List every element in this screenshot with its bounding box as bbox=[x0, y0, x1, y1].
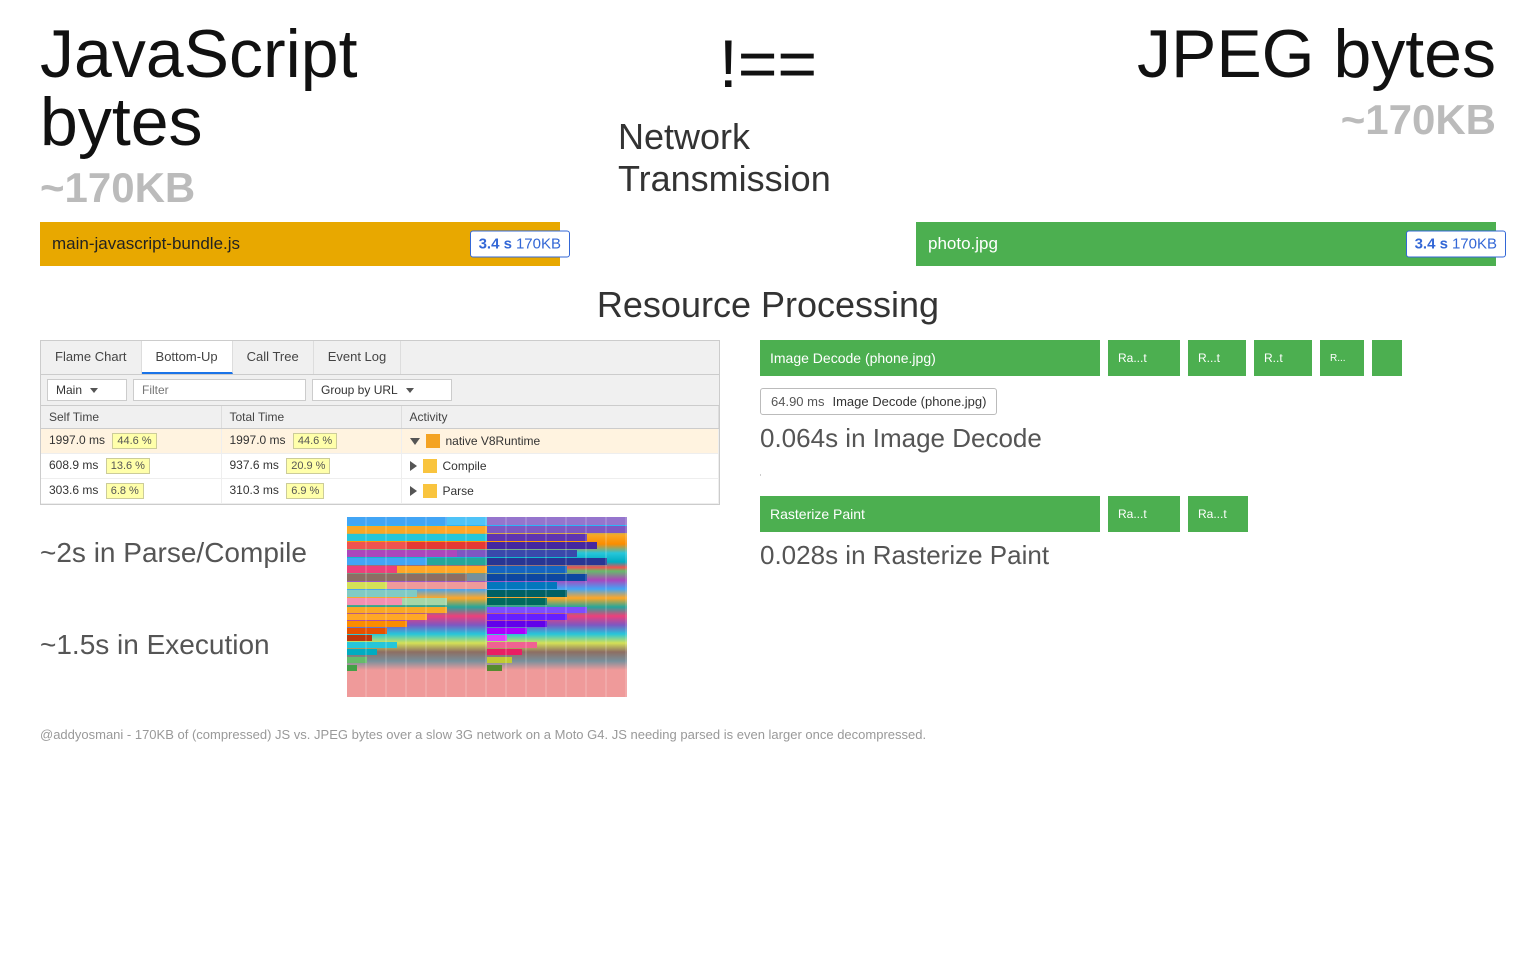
rasterize-bar-main: Rasterize Paint bbox=[760, 496, 1100, 532]
table-row: 1997.0 ms 44.6 % 1997.0 ms 44.6 % bbox=[41, 429, 719, 454]
rasterize-bar-xs1: Ra...t bbox=[1188, 496, 1248, 532]
activity-label: native V8Runtime bbox=[446, 434, 541, 448]
main-dropdown-chevron bbox=[90, 388, 98, 393]
devtools-table: Self Time Total Time Activity 1997.0 ms … bbox=[41, 406, 719, 504]
expand-icon[interactable] bbox=[410, 486, 417, 496]
devtools-toolbar: Main Group by URL bbox=[41, 375, 719, 406]
total-time-cell: 937.6 ms 20.9 % bbox=[221, 454, 401, 479]
main-thread-dropdown[interactable]: Main bbox=[47, 379, 127, 401]
activity-cell: Compile bbox=[401, 454, 719, 479]
self-time-cell: 608.9 ms 13.6 % bbox=[41, 454, 221, 479]
flame-chart-section: ~2s in Parse/Compile ~1.5s in Execution bbox=[40, 517, 720, 697]
js-bytes-title: JavaScript bytes bbox=[40, 20, 460, 156]
group-by-label: Group by URL bbox=[321, 383, 398, 397]
footer-note: @addyosmani - 170KB of (compressed) JS v… bbox=[40, 727, 1496, 742]
tab-event-log[interactable]: Event Log bbox=[314, 341, 402, 374]
execution-stat: ~1.5s in Execution bbox=[40, 629, 307, 661]
js-network-bar: main-javascript-bundle.js 3.4 s 170KB bbox=[40, 222, 560, 266]
decode-bar-ra1: Ra...t bbox=[1108, 340, 1180, 376]
jpeg-tooltip-time: 3.4 s bbox=[1415, 236, 1448, 253]
decode-bar-r5 bbox=[1372, 340, 1402, 376]
rasterize-bar-row: Rasterize Paint Ra...t Ra...t bbox=[760, 496, 1496, 532]
rasterize-stat: 0.028s in Rasterize Paint bbox=[760, 540, 1496, 571]
jpeg-network-bar-container: photo.jpg 3.4 s 170KB bbox=[908, 222, 1496, 266]
parse-compile-stat: ~2s in Parse/Compile bbox=[40, 537, 307, 569]
group-by-dropdown[interactable]: Group by URL bbox=[312, 379, 452, 401]
self-time-cell: 303.6 ms 6.8 % bbox=[41, 479, 221, 504]
group-dropdown-chevron bbox=[406, 388, 414, 393]
not-equal-sign: !== bbox=[719, 30, 817, 98]
jpeg-network-bar: photo.jpg 3.4 s 170KB bbox=[916, 222, 1496, 266]
right-panel: Image Decode (phone.jpg) Ra...t R...t R.… bbox=[760, 340, 1496, 571]
jpeg-bytes-title: JPEG bytes bbox=[1137, 20, 1496, 88]
activity-cell: Parse bbox=[401, 479, 719, 504]
flame-labels: ~2s in Parse/Compile ~1.5s in Execution bbox=[40, 517, 307, 661]
js-size-label: ~170KB bbox=[40, 164, 195, 212]
activity-icon bbox=[423, 484, 437, 498]
expand-icon[interactable] bbox=[410, 438, 420, 445]
expand-icon[interactable] bbox=[410, 461, 417, 471]
js-network-bar-container: main-javascript-bundle.js 3.4 s 170KB bbox=[40, 222, 628, 266]
jpeg-bar-tooltip: 3.4 s 170KB bbox=[1406, 231, 1506, 258]
activity-icon bbox=[426, 434, 440, 448]
js-tooltip-size: 170KB bbox=[516, 236, 561, 253]
decode-bar-main: Image Decode (phone.jpg) bbox=[760, 340, 1100, 376]
table-row: 608.9 ms 13.6 % 937.6 ms 20.9 % bbox=[41, 454, 719, 479]
table-row: 303.6 ms 6.8 % 310.3 ms 6.9 % bbox=[41, 479, 719, 504]
decode-bar-r2: R...t bbox=[1188, 340, 1246, 376]
decode-bar-r3: R..t bbox=[1254, 340, 1312, 376]
filter-input[interactable] bbox=[133, 379, 306, 401]
decode-tooltip: 64.90 ms Image Decode (phone.jpg) bbox=[760, 388, 997, 415]
col-total-time: Total Time bbox=[221, 406, 401, 429]
rasterize-bar-sm1: Ra...t bbox=[1108, 496, 1180, 532]
rasterize-section: Rasterize Paint Ra...t Ra...t 0.028s in … bbox=[760, 496, 1496, 571]
js-tooltip-time: 3.4 s bbox=[479, 236, 512, 253]
jpeg-file-name: photo.jpg bbox=[928, 234, 998, 254]
network-transmission-label: Network Transmission bbox=[618, 116, 918, 200]
total-time-cell: 1997.0 ms 44.6 % bbox=[221, 429, 401, 454]
decode-tooltip-label: Image Decode (phone.jpg) bbox=[832, 394, 986, 409]
devtools-tabs: Flame Chart Bottom-Up Call Tree Event Lo… bbox=[41, 341, 719, 375]
tab-call-tree[interactable]: Call Tree bbox=[233, 341, 314, 374]
col-activity: Activity bbox=[401, 406, 719, 429]
decode-bar-row: Image Decode (phone.jpg) Ra...t R...t R.… bbox=[760, 340, 1496, 376]
js-bar-tooltip: 3.4 s 170KB bbox=[470, 231, 570, 258]
activity-icon bbox=[423, 459, 437, 473]
decode-bar-r4: R... bbox=[1320, 340, 1364, 376]
resource-processing-title: Resource Processing bbox=[40, 284, 1496, 326]
self-time-cell: 1997.0 ms 44.6 % bbox=[41, 429, 221, 454]
col-self-time: Self Time bbox=[41, 406, 221, 429]
js-file-name: main-javascript-bundle.js bbox=[52, 234, 240, 254]
tab-bottom-up[interactable]: Bottom-Up bbox=[142, 341, 233, 374]
jpeg-tooltip-size: 170KB bbox=[1452, 236, 1497, 253]
activity-label: Compile bbox=[443, 459, 487, 473]
total-time-cell: 310.3 ms 6.9 % bbox=[221, 479, 401, 504]
activity-cell: native V8Runtime bbox=[401, 429, 719, 454]
decode-ms-value: 64.90 ms bbox=[771, 394, 824, 409]
flame-chart-image bbox=[347, 517, 627, 697]
decode-section: Image Decode (phone.jpg) Ra...t R...t R.… bbox=[760, 340, 1496, 454]
decode-stat: 0.064s in Image Decode bbox=[760, 423, 1496, 454]
main-thread-label: Main bbox=[56, 383, 82, 397]
devtools-panel: Flame Chart Bottom-Up Call Tree Event Lo… bbox=[40, 340, 720, 505]
jpeg-size-label: ~170KB bbox=[1341, 96, 1496, 144]
tab-flame-chart[interactable]: Flame Chart bbox=[41, 341, 142, 374]
activity-label: Parse bbox=[443, 484, 474, 498]
